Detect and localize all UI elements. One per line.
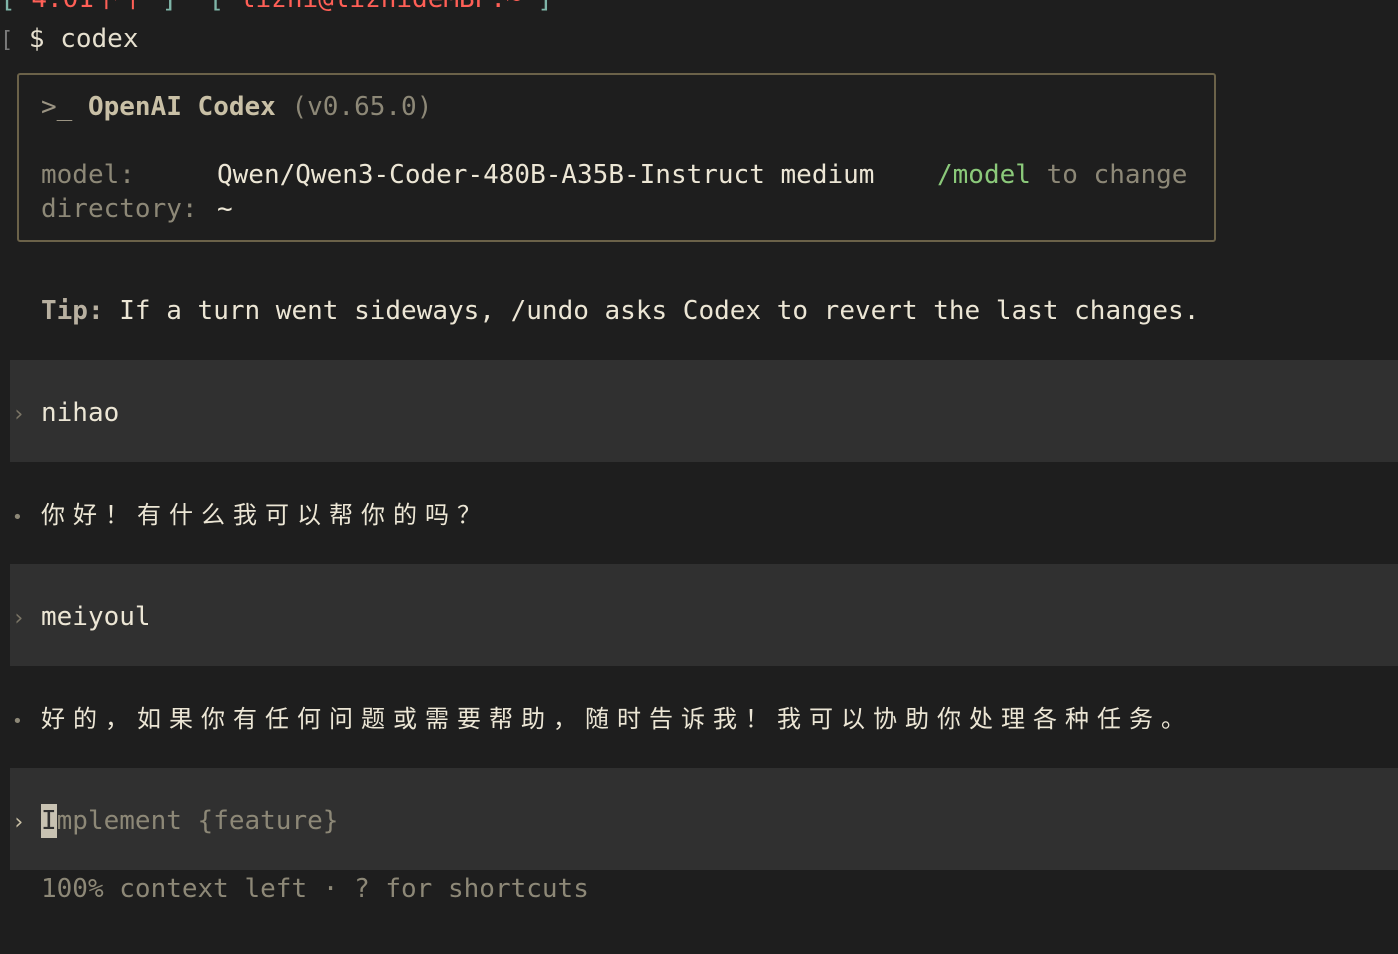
directory-label: directory: [41,194,198,224]
text-cursor: I [41,804,57,838]
prompt-time: 4:01下午 [31,0,146,14]
model-change-hint: /model to change [937,158,1187,192]
chevron-right-icon: › [12,402,26,427]
bullet-icon: • [12,507,23,528]
composer-input[interactable]: Implement {feature} [41,804,338,838]
model-command: /model [937,160,1031,190]
composer-placeholder: mplement {feature} [56,806,339,836]
command-line: [ $ codex [0,24,139,54]
user-message: meiyoul [41,602,151,632]
tip-label: Tip: [41,296,104,326]
status-footer: 100% context left · ? for shortcuts [41,874,589,904]
user-message-block [10,360,1398,462]
terminal-prompt-icon: >_ [41,92,73,122]
chevron-right-icon: › [12,606,26,631]
user-message-block [10,564,1398,666]
app-title-line: >_ OpenAI Codex (v0.65.0) [41,90,432,124]
assistant-message: 好的，如果你有任何问题或需要帮助，随时告诉我！我可以协助你处理各种任务。 [41,705,1193,733]
model-hint-text: to change [1030,160,1188,190]
user-message: nihao [41,398,120,428]
tip-text: If a turn went sideways, /undo asks Code… [103,296,1200,326]
assistant-message: 你好！有什么我可以帮你的吗？ [41,501,489,529]
bullet-icon: • [12,711,23,732]
shell-prompt-line: [ 4:01下午 ] [ lizhi@lizhideMBP:~ ] [0,0,553,16]
tip-line: Tip: If a turn went sideways, /undo asks… [41,294,1199,328]
prompt-user-host: lizhi@lizhideMBP:~ [240,0,522,14]
model-value: Qwen/Qwen3-Coder-480B-A35B-Instruct medi… [217,160,875,190]
directory-value: ~ [217,194,233,224]
model-label: model: [41,160,135,190]
app-version: (v0.65.0) [291,92,433,122]
app-name: OpenAI Codex [87,92,276,122]
prompt-symbol: $ [28,24,45,54]
command-text: codex [60,24,139,54]
chevron-right-icon: › [12,810,26,835]
